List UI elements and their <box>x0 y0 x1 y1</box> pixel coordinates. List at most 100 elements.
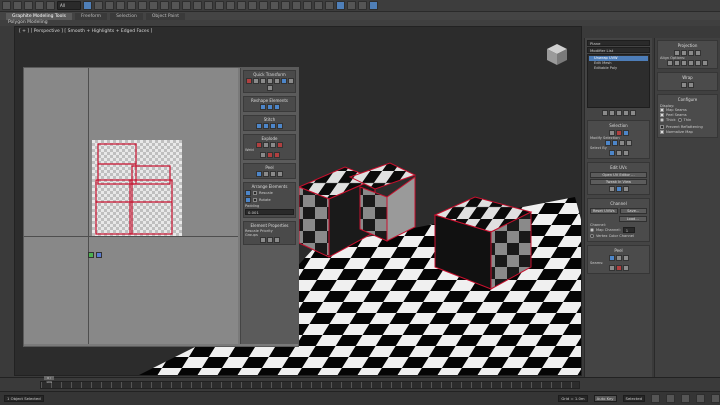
ribbon-icon[interactable] <box>292 1 301 10</box>
align-v-icon[interactable] <box>259 78 266 84</box>
best-align-icon[interactable] <box>688 60 694 66</box>
tab-object-paint[interactable]: Object Paint <box>145 12 186 20</box>
material-editor-icon[interactable] <box>325 1 334 10</box>
channel-title[interactable]: Channel <box>590 201 647 206</box>
object-name-field[interactable]: Plane <box>587 40 650 46</box>
tab-freeform[interactable]: Freeform <box>75 12 108 20</box>
rotate-cw-icon[interactable] <box>266 85 273 91</box>
pin-stack-icon[interactable] <box>601 110 608 116</box>
configure-title[interactable]: Configure <box>660 97 715 102</box>
mirror-icon[interactable] <box>259 1 268 10</box>
schematic-icon[interactable] <box>314 1 323 10</box>
weld-selected-icon[interactable] <box>259 152 266 158</box>
relax-icon[interactable] <box>266 104 273 110</box>
show-end-result-icon[interactable] <box>608 110 615 116</box>
percent-snap-icon[interactable] <box>226 1 235 10</box>
fit-icon[interactable] <box>695 60 701 66</box>
center-icon[interactable] <box>702 60 708 66</box>
peel-rollout-title[interactable]: Peel <box>590 248 647 253</box>
quick-planar-icon[interactable] <box>608 186 615 192</box>
flatten-icon[interactable] <box>270 142 276 148</box>
play-icon[interactable] <box>666 394 675 403</box>
pack-normalize-icon[interactable] <box>245 190 251 196</box>
auto-key-button[interactable]: Auto Key <box>593 395 617 402</box>
spherical-projection-icon[interactable] <box>688 50 694 56</box>
configure-sets-icon[interactable] <box>629 110 636 116</box>
loop-icon[interactable] <box>626 140 632 146</box>
load-button[interactable]: Load... <box>618 216 647 222</box>
named-selection-icon[interactable] <box>248 1 257 10</box>
reset-uvws-button[interactable]: Reset UVWs <box>590 208 618 214</box>
undo-icon[interactable] <box>2 1 11 10</box>
vertex-color-radio[interactable] <box>590 234 594 238</box>
group-add-icon[interactable] <box>266 237 273 243</box>
angle-snap-icon[interactable] <box>215 1 224 10</box>
perspective-viewport[interactable]: [ + ] [ Perspective ] [ Smooth + Highlig… <box>14 26 582 376</box>
modifier-stack[interactable]: Unwrap UVW Edit Mesh Editable Poly <box>587 54 650 108</box>
convert-seams-icon[interactable] <box>622 265 629 271</box>
pelt-map-icon[interactable] <box>615 255 622 261</box>
rotate-checkbox[interactable] <box>253 198 257 202</box>
set-key-icon[interactable] <box>651 394 660 403</box>
render-frame-icon[interactable] <box>347 1 356 10</box>
map-seams-checkbox[interactable] <box>660 108 664 112</box>
select-object-icon[interactable] <box>83 1 92 10</box>
remove-modifier-icon[interactable] <box>622 110 629 116</box>
orbit-icon[interactable] <box>711 394 720 403</box>
rescale-checkbox[interactable] <box>253 191 257 195</box>
stitch-custom-icon[interactable] <box>256 123 262 129</box>
pivot-icon[interactable] <box>171 1 180 10</box>
window-crossing-icon[interactable] <box>116 1 125 10</box>
stitch-source-icon[interactable] <box>263 123 269 129</box>
keyboard-shortcut-icon[interactable] <box>193 1 202 10</box>
thin-radio[interactable] <box>677 118 682 122</box>
selection-filter-dropdown[interactable]: All <box>57 1 81 10</box>
select-by-name-icon[interactable] <box>94 1 103 10</box>
peel-mode-icon[interactable] <box>608 255 615 261</box>
peel-reset-icon[interactable] <box>270 171 276 177</box>
selection-title[interactable]: Selection <box>590 123 647 128</box>
pan-icon[interactable] <box>696 394 705 403</box>
map-channel-field[interactable]: 1 <box>622 227 635 233</box>
modifier-list-dropdown[interactable]: Modifier List <box>587 47 650 53</box>
timeline-track[interactable] <box>40 381 580 389</box>
peel-seams-checkbox[interactable] <box>660 113 664 117</box>
projection-title[interactable]: Projection <box>660 43 715 48</box>
redo-icon[interactable] <box>13 1 22 10</box>
by-element-icon[interactable] <box>615 150 622 156</box>
normalize-map-checkbox[interactable] <box>660 130 664 134</box>
layer-icon[interactable] <box>281 1 290 10</box>
box-projection-icon[interactable] <box>695 50 701 56</box>
map-channel-radio[interactable] <box>590 228 594 232</box>
planar-map-icon[interactable] <box>615 186 622 192</box>
curve-editor-icon[interactable] <box>303 1 312 10</box>
uv-color-green-button[interactable] <box>88 252 94 258</box>
spinner-snap-icon[interactable] <box>237 1 246 10</box>
weld-target-icon[interactable] <box>266 152 273 158</box>
select-manipulate-icon[interactable] <box>182 1 191 10</box>
planar-angle-icon[interactable] <box>622 150 629 156</box>
stitch-average-icon[interactable] <box>277 123 283 129</box>
viewport-label[interactable]: [ + ] [ Perspective ] [ Smooth + Highlig… <box>19 29 152 34</box>
thick-radio[interactable] <box>660 118 664 122</box>
settings-icon[interactable] <box>273 104 280 110</box>
uv-color-blue-button[interactable] <box>96 252 102 258</box>
pack-custom-icon[interactable] <box>245 197 251 203</box>
pelt-icon[interactable] <box>263 171 269 177</box>
quick-peel-icon[interactable] <box>256 171 262 177</box>
align-x-icon[interactable] <box>667 60 673 66</box>
point-seams-icon[interactable] <box>615 265 622 271</box>
straighten-icon[interactable] <box>259 104 266 110</box>
display-icon[interactable] <box>622 186 629 192</box>
teapot-icon[interactable] <box>369 1 378 10</box>
group-select-icon[interactable] <box>259 237 266 243</box>
spline-map-icon[interactable] <box>681 82 687 88</box>
explode-icon[interactable] <box>277 142 283 148</box>
render-icon[interactable] <box>358 1 367 10</box>
save-button[interactable]: Save... <box>619 208 647 214</box>
edit-seams-icon[interactable] <box>608 265 615 271</box>
reference-coord-icon[interactable] <box>160 1 169 10</box>
scale-icon[interactable] <box>149 1 158 10</box>
prevent-reflattening-checkbox[interactable] <box>660 125 664 129</box>
unlink-icon[interactable] <box>35 1 44 10</box>
